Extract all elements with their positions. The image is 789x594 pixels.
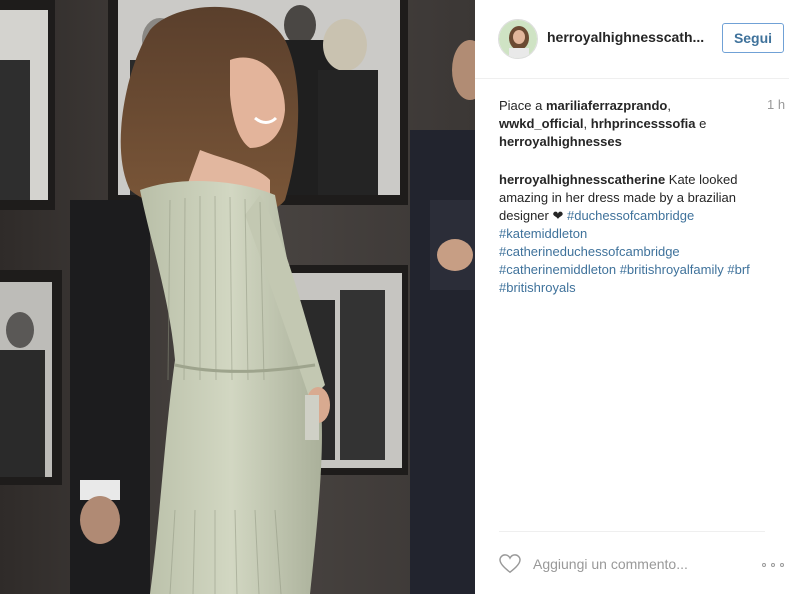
heart-icon[interactable] (499, 554, 521, 574)
hashtag-link[interactable]: #catherinemiddleton (499, 262, 616, 277)
hashtag-link[interactable]: #britishroyalfamily (620, 262, 724, 277)
hashtag-link[interactable]: #catherineduchessofcambridge (499, 244, 680, 259)
likes-separator: , (667, 98, 671, 113)
avatar[interactable] (498, 19, 538, 59)
hashtag-link[interactable]: #katemiddleton (499, 226, 587, 241)
more-options-icon[interactable] (761, 560, 787, 570)
follow-button[interactable]: Segui (722, 23, 784, 53)
likes-separator: , (583, 116, 591, 131)
post-photo[interactable] (0, 0, 475, 594)
likes-prefix: Piace a (499, 98, 546, 113)
dot-icon (780, 563, 784, 567)
hashtag-link[interactable]: #britishroyals (499, 280, 576, 295)
post-caption: herroyalhighnesscatherine Kate looked am… (499, 171, 769, 297)
username-link[interactable]: herroyalhighnesscath... (547, 29, 704, 45)
divider (499, 531, 765, 532)
likes-and: e (695, 116, 707, 131)
caption-author-link[interactable]: herroyalhighnesscatherine (499, 172, 665, 187)
liker-link[interactable]: mariliaferrazprando (546, 98, 667, 113)
likes-line: Piace a mariliaferrazprando, wwkd_offici… (499, 97, 749, 151)
photo-image (0, 0, 475, 594)
post-details-panel: herroyalhighnesscath... Segui Piace a ma… (475, 0, 789, 594)
avatar-image (499, 20, 537, 58)
liker-link[interactable]: herroyalhighnesses (499, 134, 622, 149)
dot-icon (771, 563, 775, 567)
post-header: herroyalhighnesscath... Segui (475, 0, 789, 79)
hashtag-link[interactable]: #duchessofcambridge (567, 208, 694, 223)
hashtag-link[interactable]: #brf (727, 262, 749, 277)
liker-link[interactable]: wwkd_official (499, 116, 584, 131)
post-timestamp[interactable]: 1 h (767, 97, 785, 112)
dot-icon (762, 563, 766, 567)
comment-input[interactable]: Aggiungi un commento... (533, 556, 723, 572)
liker-link[interactable]: hrhprincesssofia (591, 116, 696, 131)
